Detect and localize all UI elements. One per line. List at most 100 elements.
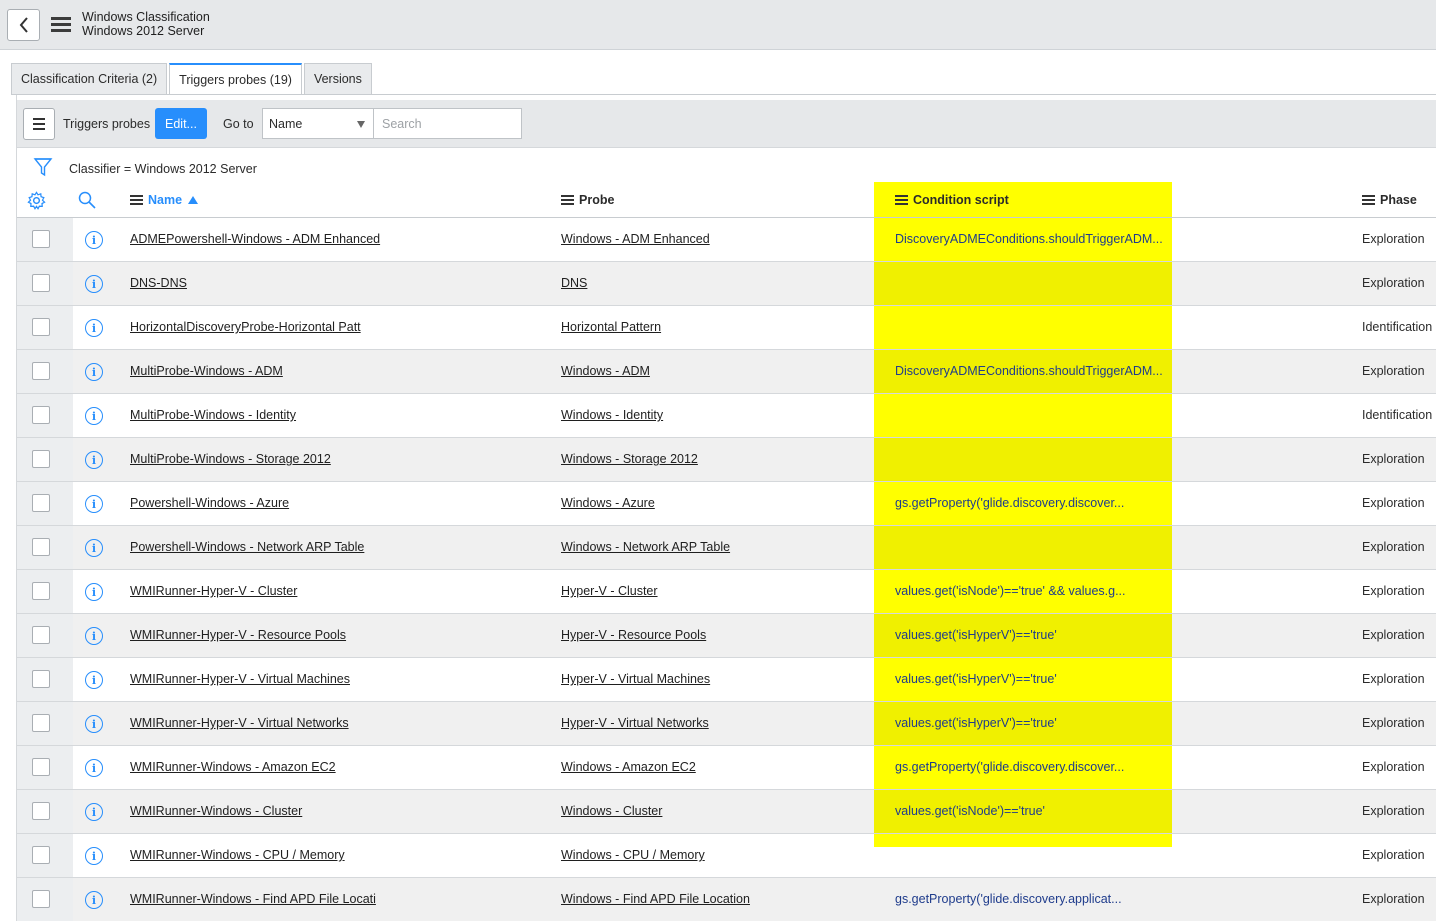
personalize-list-button[interactable]	[27, 183, 46, 217]
info-icon[interactable]: i	[85, 495, 103, 513]
row-condition-script: values.get('isHyperV')=='true'	[895, 628, 1057, 642]
row-probe-link[interactable]: Hyper-V - Virtual Networks	[561, 716, 709, 730]
row-probe-link[interactable]: Windows - Identity	[561, 408, 663, 422]
column-menu-icon[interactable]	[1362, 195, 1375, 205]
row-name-link[interactable]: WMIRunner-Hyper-V - Virtual Machines	[130, 672, 350, 686]
row-checkbox[interactable]	[32, 230, 50, 248]
info-icon[interactable]: i	[85, 539, 103, 557]
row-phase: Exploration	[1362, 540, 1425, 554]
row-probe-link[interactable]: Hyper-V - Resource Pools	[561, 628, 706, 642]
info-icon[interactable]: i	[85, 759, 103, 777]
table-row: i MultiProbe-Windows - Identity Windows …	[17, 394, 1436, 438]
row-name-link[interactable]: MultiProbe-Windows - ADM	[130, 364, 283, 378]
column-menu-icon[interactable]	[130, 195, 143, 205]
info-icon[interactable]: i	[85, 363, 103, 381]
row-name-link[interactable]: WMIRunner-Hyper-V - Cluster	[130, 584, 297, 598]
info-icon[interactable]: i	[85, 451, 103, 469]
row-probe-link[interactable]: Windows - CPU / Memory	[561, 848, 705, 862]
info-icon[interactable]: i	[85, 407, 103, 425]
row-name-link[interactable]: ADMEPowershell-Windows - ADM Enhanced	[130, 232, 380, 246]
column-menu-icon[interactable]	[895, 195, 908, 205]
row-select-cell	[17, 262, 73, 305]
row-probe-link[interactable]: Windows - Network ARP Table	[561, 540, 730, 554]
gear-icon	[27, 190, 46, 210]
row-condition-script: values.get('isHyperV')=='true'	[895, 716, 1057, 730]
row-select-cell	[17, 570, 73, 613]
info-icon[interactable]: i	[85, 231, 103, 249]
row-checkbox[interactable]	[32, 802, 50, 820]
info-icon[interactable]: i	[85, 847, 103, 865]
row-select-cell	[17, 658, 73, 701]
filter-icon[interactable]	[33, 156, 53, 178]
row-condition-script: values.get('isNode')=='true'	[895, 804, 1045, 818]
column-search-button[interactable]	[78, 183, 96, 217]
column-header-condition-script[interactable]: Condition script	[895, 183, 1009, 217]
row-checkbox[interactable]	[32, 846, 50, 864]
goto-field-select[interactable]: Name	[262, 108, 374, 139]
row-checkbox[interactable]	[32, 714, 50, 732]
info-icon[interactable]: i	[85, 671, 103, 689]
row-checkbox[interactable]	[32, 890, 50, 908]
row-condition-script: DiscoveryADMEConditions.shouldTriggerADM…	[895, 364, 1163, 378]
row-checkbox[interactable]	[32, 406, 50, 424]
column-menu-icon[interactable]	[561, 195, 574, 205]
row-name-link[interactable]: MultiProbe-Windows - Storage 2012	[130, 452, 331, 466]
row-checkbox[interactable]	[32, 318, 50, 336]
row-select-cell	[17, 878, 73, 921]
row-name-link[interactable]: Powershell-Windows - Network ARP Table	[130, 540, 364, 554]
tab-triggers-probes[interactable]: Triggers probes (19)	[169, 63, 302, 95]
column-header-name[interactable]: Name	[130, 183, 199, 217]
column-header-phase[interactable]: Phase	[1362, 183, 1417, 217]
info-icon[interactable]: i	[85, 803, 103, 821]
row-probe-link[interactable]: Horizontal Pattern	[561, 320, 661, 334]
row-checkbox[interactable]	[32, 758, 50, 776]
info-icon[interactable]: i	[85, 891, 103, 909]
row-probe-link[interactable]: Hyper-V - Virtual Machines	[561, 672, 710, 686]
column-header-probe[interactable]: Probe	[561, 183, 614, 217]
info-icon[interactable]: i	[85, 275, 103, 293]
row-checkbox[interactable]	[32, 670, 50, 688]
edit-button[interactable]: Edit...	[155, 108, 207, 139]
row-name-link[interactable]: WMIRunner-Windows - Amazon EC2	[130, 760, 336, 774]
row-probe-link[interactable]: Windows - Cluster	[561, 804, 662, 818]
row-name-link[interactable]: WMIRunner-Windows - Cluster	[130, 804, 302, 818]
row-name-link[interactable]: DNS-DNS	[130, 276, 187, 290]
page-title: Windows Classification	[82, 10, 210, 24]
row-name-link[interactable]: HorizontalDiscoveryProbe-Horizontal Patt	[130, 320, 361, 334]
row-probe-link[interactable]: Windows - ADM Enhanced	[561, 232, 710, 246]
row-name-link[interactable]: WMIRunner-Hyper-V - Virtual Networks	[130, 716, 349, 730]
row-checkbox[interactable]	[32, 450, 50, 468]
row-checkbox[interactable]	[32, 494, 50, 512]
form-menu-icon[interactable]	[51, 17, 71, 33]
row-probe-link[interactable]: Windows - ADM	[561, 364, 650, 378]
row-checkbox[interactable]	[32, 582, 50, 600]
back-button[interactable]	[7, 9, 40, 41]
row-name-link[interactable]: WMIRunner-Windows - Find APD File Locati	[130, 892, 376, 906]
row-probe-link[interactable]: Windows - Find APD File Location	[561, 892, 750, 906]
info-icon[interactable]: i	[85, 583, 103, 601]
row-checkbox[interactable]	[32, 626, 50, 644]
tab-classification-criteria[interactable]: Classification Criteria (2)	[11, 63, 168, 95]
row-probe-link[interactable]: DNS	[561, 276, 587, 290]
row-name-link[interactable]: WMIRunner-Hyper-V - Resource Pools	[130, 628, 346, 642]
info-icon[interactable]: i	[85, 319, 103, 337]
filter-breadcrumb[interactable]: Classifier = Windows 2012 Server	[69, 162, 257, 176]
row-checkbox[interactable]	[32, 538, 50, 556]
search-input[interactable]	[373, 108, 522, 139]
row-name-link[interactable]: MultiProbe-Windows - Identity	[130, 408, 296, 422]
row-name-link[interactable]: Powershell-Windows - Azure	[130, 496, 289, 510]
row-probe-link[interactable]: Windows - Azure	[561, 496, 655, 510]
row-checkbox[interactable]	[32, 274, 50, 292]
row-phase: Exploration	[1362, 496, 1425, 510]
row-name-link[interactable]: WMIRunner-Windows - CPU / Memory	[130, 848, 345, 862]
row-probe-link[interactable]: Windows - Amazon EC2	[561, 760, 696, 774]
list-context-menu-button[interactable]	[23, 108, 55, 140]
info-icon[interactable]: i	[85, 715, 103, 733]
form-header: Windows Classification Windows 2012 Serv…	[0, 0, 1436, 50]
row-probe-link[interactable]: Windows - Storage 2012	[561, 452, 698, 466]
info-icon[interactable]: i	[85, 627, 103, 645]
table-row: i MultiProbe-Windows - Storage 2012 Wind…	[17, 438, 1436, 482]
row-checkbox[interactable]	[32, 362, 50, 380]
row-probe-link[interactable]: Hyper-V - Cluster	[561, 584, 658, 598]
tab-versions[interactable]: Versions	[303, 63, 372, 95]
